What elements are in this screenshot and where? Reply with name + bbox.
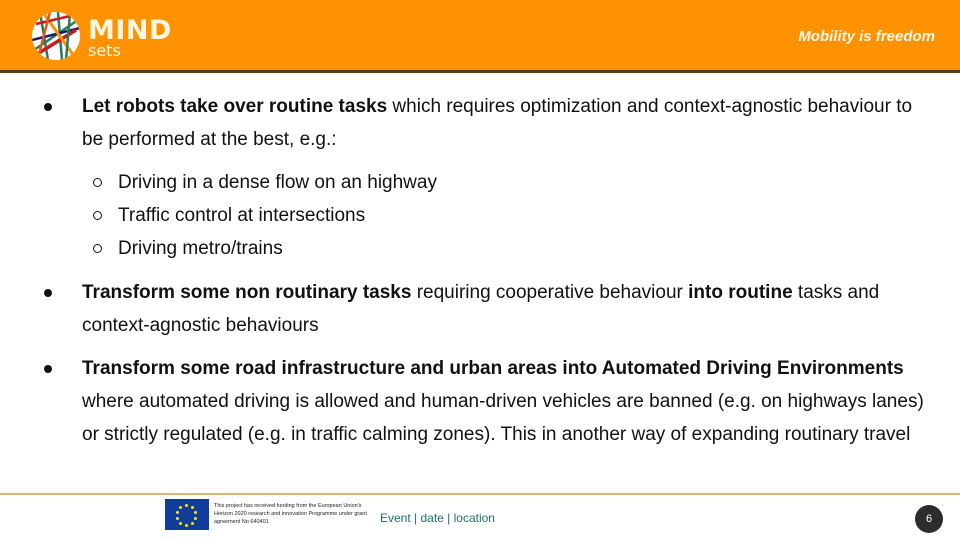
sub-item-text: Traffic control at intersections xyxy=(118,205,366,226)
sub-item: Driving in a dense flow on an highway xyxy=(93,166,437,199)
bullet-dot-icon xyxy=(44,103,52,111)
mindsets-logo: MIND sets xyxy=(30,10,180,62)
circle-bullet-icon xyxy=(93,244,102,253)
bullet-bold-text: into routine xyxy=(688,282,793,303)
logo-globe-icon xyxy=(32,12,80,60)
header-divider xyxy=(0,70,960,73)
slide-header: MIND sets Mobility is freedom xyxy=(0,0,960,70)
tagline: Mobility is freedom xyxy=(798,28,935,45)
sub-item-text: Driving metro/trains xyxy=(118,238,283,259)
sub-item-text: Driving in a dense flow on an highway xyxy=(118,172,437,193)
bullet-dot-icon xyxy=(44,365,52,373)
sub-item: Driving metro/trains xyxy=(93,232,283,265)
bullet-item: Transform some non routinary tasks requi… xyxy=(44,276,934,342)
bullet-item: Transform some road infrastructure and u… xyxy=(44,352,934,451)
bullet-bold-text: Transform some non routinary tasks xyxy=(82,282,412,303)
bullet-dot-icon xyxy=(44,289,52,297)
sub-item: Traffic control at intersections xyxy=(93,199,365,232)
bullet-text: requiring cooperative behaviour xyxy=(411,282,689,303)
footer-divider xyxy=(0,493,960,495)
bullet-bold-text: Transform some road infrastructure and u… xyxy=(82,358,904,379)
event-info: Event | date | location xyxy=(380,511,495,525)
bullet-text: where automated driving is allowed and h… xyxy=(82,391,924,445)
logo-subtitle: sets xyxy=(88,41,121,60)
funding-notice: This project has received funding from t… xyxy=(214,503,367,525)
bullet-item: Let robots take over routine tasks which… xyxy=(44,90,934,156)
eu-flag-icon xyxy=(165,499,209,530)
circle-bullet-icon xyxy=(93,178,102,187)
page-number-badge: 6 xyxy=(915,505,943,533)
bullet-bold-text: Let robots take over routine tasks xyxy=(82,96,388,117)
circle-bullet-icon xyxy=(93,211,102,220)
